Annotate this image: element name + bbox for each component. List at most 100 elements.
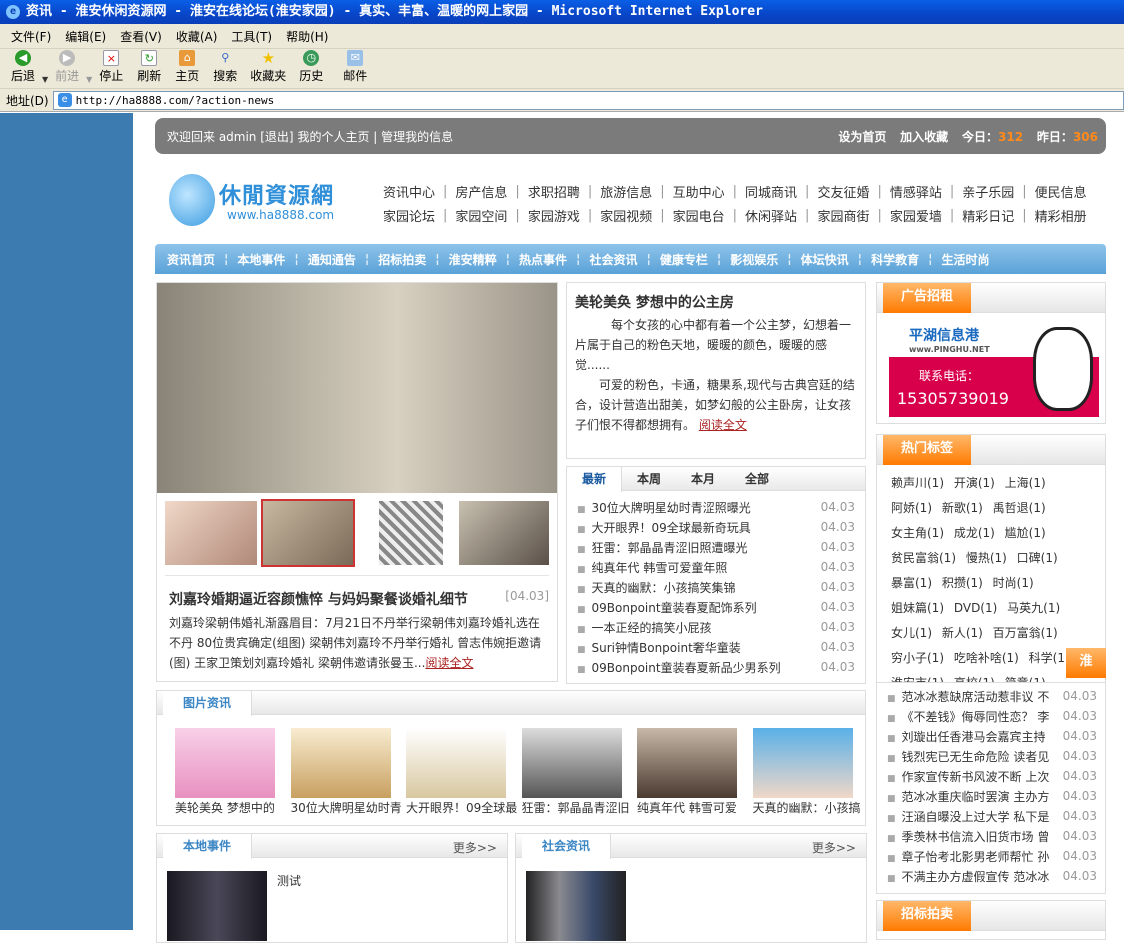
picture-thumb[interactable] — [521, 728, 622, 798]
search-button[interactable]: ⚲ 搜索 — [206, 50, 244, 84]
picture-thumb[interactable] — [637, 728, 737, 798]
history-button[interactable]: ◷ 历史 — [292, 50, 330, 84]
tag-link[interactable]: DVD(1) — [954, 601, 997, 615]
tag-link[interactable]: 口碑(1) — [1017, 551, 1058, 565]
list-item[interactable]: ■ 狂雷：郭晶晶青涩旧照遭曝光 04.03 — [577, 537, 855, 557]
top-link[interactable]: 亲子乐园 — [962, 182, 1014, 201]
main-nav-item[interactable]: 社会资讯 — [589, 251, 637, 268]
menu-favorites[interactable]: 收藏(A) — [176, 28, 218, 45]
list-item-title[interactable]: 不满主办方虚假宣传 范冰冰 — [902, 870, 1050, 884]
list-item[interactable]: ■ 章子怡考北影男老师帮忙 孙 04.03 — [887, 846, 1097, 866]
list-item-title[interactable]: 《不差钱》侮辱同性恋？ 李 — [902, 710, 1050, 724]
top-link[interactable]: 房产信息 — [455, 182, 507, 201]
main-nav-item[interactable]: 生活时尚 — [941, 251, 989, 268]
logout-link[interactable]: [退出] — [260, 130, 293, 144]
list-item[interactable]: ■ 30位大牌明星幼时青涩照曝光 04.03 — [577, 497, 855, 517]
rank-tab[interactable]: 全部 — [730, 467, 784, 490]
main-nav-item[interactable]: 招标拍卖 — [378, 251, 426, 268]
menu-file[interactable]: 文件(F) — [11, 28, 51, 45]
main-nav-item[interactable]: 健康专栏 — [660, 251, 708, 268]
list-item[interactable]: ■ 范冰冰惹缺席活动惹非议 不 04.03 — [887, 686, 1097, 706]
main-nav-item[interactable]: 资讯首页 — [167, 251, 215, 268]
add-favorite-link[interactable]: 加入收藏 — [900, 130, 948, 144]
tag-link[interactable]: 贫民富翁(1) — [891, 551, 956, 565]
picture-caption[interactable]: 天真的幽默：小孩搞 — [753, 799, 865, 816]
tag-link[interactable]: 时尚(1) — [993, 576, 1034, 590]
tag-link[interactable]: 阿娇(1) — [891, 501, 932, 515]
list-item-title[interactable]: 季羡林书信流入旧货市场 曾 — [902, 830, 1050, 844]
list-item[interactable]: ■ 天真的幽默：小孩搞笑集锦 04.03 — [577, 577, 855, 597]
menu-view[interactable]: 查看(V) — [120, 28, 162, 45]
home-button[interactable]: ⌂ 主页 — [168, 50, 206, 84]
list-item[interactable]: ■ 季羡林书信流入旧货市场 曾 04.03 — [887, 826, 1097, 846]
tag-link[interactable]: 百万富翁(1) — [993, 626, 1058, 640]
thumb-4[interactable] — [459, 501, 549, 565]
tag-link[interactable]: 女主角(1) — [891, 526, 944, 540]
top-link[interactable]: 精彩日记 — [962, 206, 1014, 225]
list-item-title[interactable]: 09Bonpoint童装春夏新品少男系列 — [592, 661, 781, 675]
picture-caption[interactable]: 大开眼界！09全球最 — [406, 799, 518, 816]
picture-thumb[interactable] — [290, 728, 391, 798]
list-item-title[interactable]: 范冰冰重庆临时罢演 主办方 — [902, 790, 1050, 804]
list-item[interactable]: ■ 纯真年代 韩雪可爱童年照 04.03 — [577, 557, 855, 577]
tag-link[interactable]: 女儿(1) — [891, 626, 932, 640]
top-link[interactable]: 交友征婚 — [817, 182, 869, 201]
list-item[interactable]: ■ 大开眼界！09全球最新奇玩具 04.03 — [577, 517, 855, 537]
feature-title[interactable]: 美轮美奂 梦想中的公主房 — [575, 292, 734, 312]
top-link[interactable]: 求职招聘 — [528, 182, 580, 201]
main-nav-item[interactable]: 体坛快讯 — [801, 251, 849, 268]
ad-banner[interactable]: 平湖信息港 www.PINGHU.NET 联系电话： 15305739019 — [889, 321, 1099, 417]
picture-caption[interactable]: 美轮美奂 梦想中的 — [175, 799, 287, 816]
top-link[interactable]: 资讯中心 — [383, 182, 435, 201]
top-link[interactable]: 家园论坛 — [383, 206, 435, 225]
forward-button[interactable]: ▶ 前进 — [48, 50, 86, 84]
back-button[interactable]: ◀ 后退 — [4, 50, 42, 84]
top-link[interactable]: 家园商街 — [817, 206, 869, 225]
menu-edit[interactable]: 编辑(E) — [65, 28, 106, 45]
picture-item[interactable]: 纯真年代 韩雪可爱 — [637, 728, 749, 816]
top-link[interactable]: 精彩相册 — [1035, 206, 1087, 225]
list-item-title[interactable]: 作家宣传新书风波不断 上次 — [902, 770, 1050, 784]
rank-tab[interactable]: 最新 — [567, 467, 623, 492]
stop-button[interactable]: × 停止 — [92, 50, 130, 84]
menu-help[interactable]: 帮助(H) — [286, 28, 328, 45]
list-item-title[interactable]: 一本正经的搞笑小屁孩 — [592, 621, 712, 635]
headline-photo[interactable] — [157, 283, 557, 493]
top-link[interactable]: 旅游信息 — [600, 182, 652, 201]
headline-title[interactable]: 刘嘉玲婚期逼近容颜憔悴 与妈妈聚餐谈婚礼细节 — [169, 589, 468, 609]
top-link[interactable]: 同城商讯 — [745, 182, 797, 201]
site-logo[interactable]: 休閒資源網 www.ha8888.com — [169, 174, 369, 234]
main-nav-item[interactable]: 影视娱乐 — [730, 251, 778, 268]
top-link[interactable]: 休闲驿站 — [745, 206, 797, 225]
local-news-item[interactable]: 测试 — [277, 872, 301, 889]
list-item[interactable]: ■ 钱烈宪已无生命危险 读者见 04.03 — [887, 746, 1097, 766]
tag-link[interactable]: 成龙(1) — [954, 526, 995, 540]
top-link[interactable]: 家园空间 — [455, 206, 507, 225]
top-link[interactable]: 家园视频 — [600, 206, 652, 225]
list-item[interactable]: ■ 09Bonpoint童装春夏新品少男系列 04.03 — [577, 657, 855, 677]
picture-thumb[interactable] — [752, 728, 853, 798]
address-input[interactable]: e http://ha8888.com/?action-news — [52, 90, 1124, 110]
tag-link[interactable]: 吃啥补啥(1) — [954, 651, 1019, 665]
list-item[interactable]: ■ 范冰冰重庆临时罢演 主办方 04.03 — [887, 786, 1097, 806]
social-more-link[interactable]: 更多>> — [812, 839, 856, 856]
main-nav-item[interactable]: 科学教育 — [871, 251, 919, 268]
list-item[interactable]: ■ 作家宣传新书风波不断 上次 04.03 — [887, 766, 1097, 786]
picture-thumb[interactable] — [406, 728, 506, 798]
top-link[interactable]: 情感驿站 — [890, 182, 942, 201]
top-link[interactable]: 便民信息 — [1035, 182, 1087, 201]
tag-link[interactable]: 新歌(1) — [942, 501, 983, 515]
list-item-title[interactable]: Suri钟情Bonpoint奢华童装 — [592, 641, 741, 655]
list-item[interactable]: ■ 《不差钱》侮辱同性恋？ 李 04.03 — [887, 706, 1097, 726]
picture-item[interactable]: 30位大牌明星幼时青 — [290, 728, 403, 816]
tag-link[interactable]: 马英九(1) — [1007, 601, 1060, 615]
picture-caption[interactable]: 30位大牌明星幼时青 — [291, 799, 403, 816]
list-item-title[interactable]: 大开眼界！09全球最新奇玩具 — [592, 521, 751, 535]
headline-read-more[interactable]: 阅读全文 — [425, 656, 473, 670]
picture-item[interactable]: 美轮美奂 梦想中的 — [175, 728, 287, 816]
main-nav-item[interactable]: 热点事件 — [519, 251, 567, 268]
favorites-button[interactable]: ★ 收藏夹 — [244, 50, 292, 84]
list-item[interactable]: ■ 刘璇出任香港马会嘉宾主持 04.03 — [887, 726, 1097, 746]
list-item-title[interactable]: 章子怡考北影男老师帮忙 孙 — [902, 850, 1050, 864]
list-item-title[interactable]: 天真的幽默：小孩搞笑集锦 — [592, 581, 736, 595]
